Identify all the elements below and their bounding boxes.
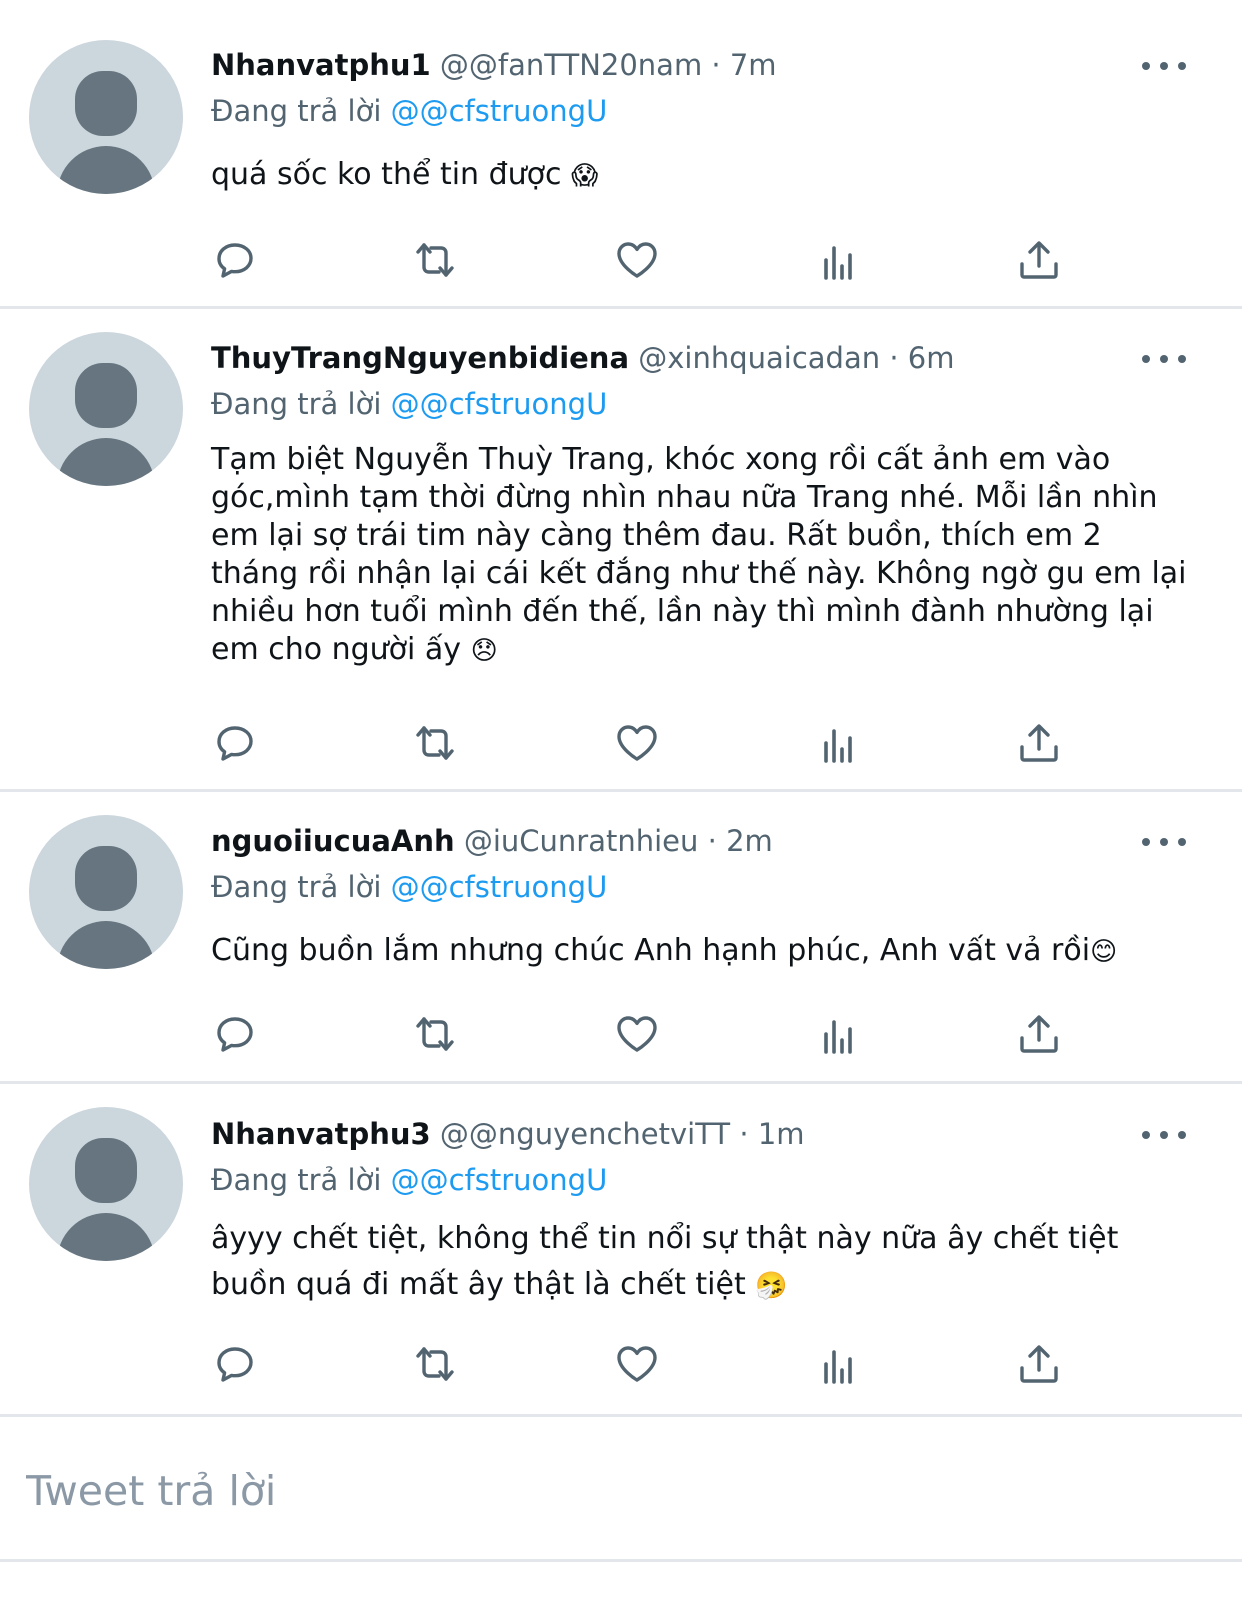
emoji: 😊 — [1090, 937, 1118, 967]
emoji: 😱 — [571, 161, 599, 191]
avatar[interactable] — [29, 332, 183, 486]
reply-icon[interactable] — [207, 1336, 263, 1392]
tweet-header: nguoiiucuaAnh @iuCunratnhieu · 2m — [211, 820, 773, 862]
timestamp[interactable]: 2m — [726, 824, 773, 858]
tweet[interactable]: Nhanvatphu3 @@nguyenchetviTT · 1m Đang t… — [0, 1084, 1242, 1417]
user-handle[interactable]: @xinhquaicadan — [638, 341, 880, 375]
like-icon[interactable] — [609, 1336, 665, 1392]
replying-to: Đang trả lời @@cfstruongU — [211, 90, 607, 132]
replying-to-label: Đang trả lời — [211, 1163, 382, 1197]
action-bar — [207, 1006, 1077, 1062]
reply-input[interactable] — [24, 1460, 1178, 1522]
tweet-text-body: âyyy chết tiệt, không thể tin nổi sự thậ… — [211, 1221, 1119, 1302]
emoji: 🤧 — [755, 1271, 788, 1301]
retweet-icon[interactable] — [407, 1006, 463, 1062]
more-options-icon[interactable] — [1142, 44, 1186, 88]
display-name[interactable]: nguoiiucuaAnh — [211, 824, 455, 858]
avatar[interactable] — [29, 815, 183, 969]
analytics-icon[interactable] — [811, 232, 867, 288]
analytics-icon[interactable] — [811, 1336, 867, 1392]
replying-to: Đang trả lời @@cfstruongU — [211, 1159, 607, 1201]
share-icon[interactable] — [1011, 232, 1067, 288]
like-icon[interactable] — [609, 232, 665, 288]
user-handle[interactable]: @@fanTTN20nam — [440, 48, 702, 82]
replying-to-label: Đang trả lời — [211, 387, 382, 421]
separator: · — [711, 48, 721, 82]
like-icon[interactable] — [609, 715, 665, 771]
tweet[interactable]: ThuyTrangNguyenbidiena @xinhquaicadan · … — [0, 309, 1242, 792]
display-name[interactable]: Nhanvatphu1 — [211, 48, 431, 82]
mention-link[interactable]: @@cfstruongU — [391, 870, 608, 904]
separator: · — [739, 1117, 749, 1151]
retweet-icon[interactable] — [407, 715, 463, 771]
more-options-icon[interactable] — [1142, 337, 1186, 381]
action-bar — [207, 715, 1077, 771]
action-bar — [207, 1336, 1077, 1392]
avatar[interactable] — [29, 40, 183, 194]
tweet-text: Cũng buồn lắm nhưng chúc Anh hạnh phúc, … — [211, 932, 1191, 972]
emoji: 😞 — [470, 636, 498, 666]
reply-icon[interactable] — [207, 232, 263, 288]
separator: · — [889, 341, 899, 375]
share-icon[interactable] — [1011, 1336, 1067, 1392]
retweet-icon[interactable] — [407, 232, 463, 288]
analytics-icon[interactable] — [811, 1006, 867, 1062]
separator: · — [707, 824, 717, 858]
tweet-text-body: Tạm biệt Nguyễn Thuỳ Trang, khóc xong rồ… — [211, 442, 1187, 667]
mention-link[interactable]: @@cfstruongU — [391, 94, 608, 128]
timestamp[interactable]: 6m — [908, 341, 955, 375]
avatar[interactable] — [29, 1107, 183, 1261]
reply-icon[interactable] — [207, 1006, 263, 1062]
replying-to-label: Đang trả lời — [211, 94, 382, 128]
tweet-text-body: quá sốc ko thể tin được — [211, 157, 562, 192]
share-icon[interactable] — [1011, 1006, 1067, 1062]
tweet[interactable]: Nhanvatphu1 @@fanTTN20nam · 7m Đang trả … — [0, 0, 1242, 309]
tweet-header: Nhanvatphu3 @@nguyenchetviTT · 1m — [211, 1113, 805, 1155]
like-icon[interactable] — [609, 1006, 665, 1062]
user-handle[interactable]: @@nguyenchetviTT — [440, 1117, 730, 1151]
user-handle[interactable]: @iuCunratnhieu — [464, 824, 699, 858]
reply-icon[interactable] — [207, 715, 263, 771]
replying-to: Đang trả lời @@cfstruongU — [211, 866, 607, 908]
reply-composer — [0, 1422, 1242, 1562]
timestamp[interactable]: 7m — [730, 48, 777, 82]
action-bar — [207, 232, 1077, 288]
timestamp[interactable]: 1m — [758, 1117, 805, 1151]
replying-to-label: Đang trả lời — [211, 870, 382, 904]
more-options-icon[interactable] — [1142, 820, 1186, 864]
display-name[interactable]: ThuyTrangNguyenbidiena — [211, 341, 629, 375]
tweet-text: quá sốc ko thể tin được 😱 — [211, 156, 1191, 196]
replying-to: Đang trả lời @@cfstruongU — [211, 383, 607, 425]
more-options-icon[interactable] — [1142, 1113, 1186, 1157]
tweet-header: ThuyTrangNguyenbidiena @xinhquaicadan · … — [211, 337, 954, 379]
tweet-text: âyyy chết tiệt, không thể tin nổi sự thậ… — [211, 1216, 1191, 1309]
mention-link[interactable]: @@cfstruongU — [391, 387, 608, 421]
share-icon[interactable] — [1011, 715, 1067, 771]
tweet-text: Tạm biệt Nguyễn Thuỳ Trang, khóc xong rồ… — [211, 441, 1191, 670]
tweet-header: Nhanvatphu1 @@fanTTN20nam · 7m — [211, 44, 777, 86]
display-name[interactable]: Nhanvatphu3 — [211, 1117, 431, 1151]
retweet-icon[interactable] — [407, 1336, 463, 1392]
tweet[interactable]: nguoiiucuaAnh @iuCunratnhieu · 2m Đang t… — [0, 792, 1242, 1084]
tweet-text-body: Cũng buồn lắm nhưng chúc Anh hạnh phúc, … — [211, 933, 1091, 968]
analytics-icon[interactable] — [811, 715, 867, 771]
mention-link[interactable]: @@cfstruongU — [391, 1163, 608, 1197]
